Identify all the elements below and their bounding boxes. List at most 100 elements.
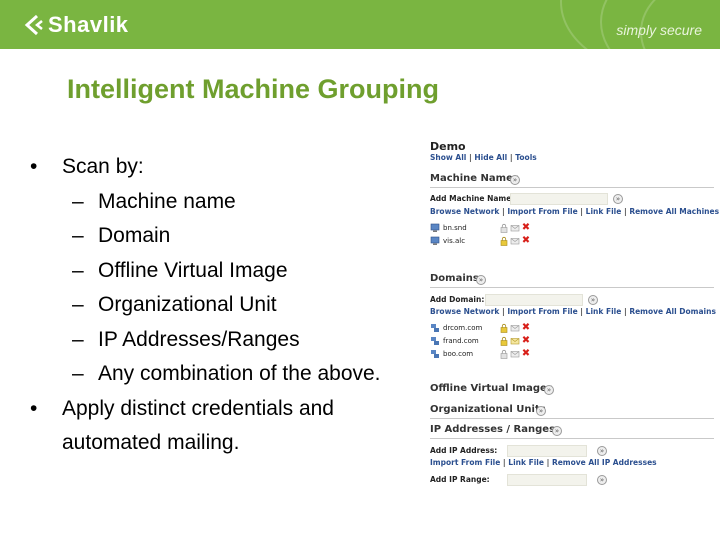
domain-row: frand.com ✖ bbox=[430, 335, 531, 346]
lock-icon[interactable] bbox=[499, 336, 509, 346]
sub-bullet: – Any combination of the above. bbox=[30, 357, 430, 392]
top-links: Show All | Hide All | Tools bbox=[430, 153, 537, 162]
machine-row: vis.alc ✖ bbox=[430, 235, 531, 246]
separator: | bbox=[502, 207, 505, 216]
add-circle-icon[interactable]: » bbox=[613, 194, 623, 204]
lock-icon[interactable] bbox=[499, 349, 509, 359]
separator: | bbox=[580, 207, 584, 216]
separator: | bbox=[580, 307, 584, 316]
domain-row: boo.com ✖ bbox=[430, 348, 531, 359]
bullet-list: • Scan by: – Machine name – Domain – Offline… bbox=[30, 150, 430, 461]
sub-bullet-text: Machine name bbox=[98, 189, 236, 213]
add-ip-address-input[interactable] bbox=[507, 445, 587, 457]
separator: | bbox=[502, 458, 506, 467]
dash: – bbox=[72, 258, 84, 282]
tools-link[interactable]: Tools bbox=[515, 153, 536, 162]
expand-circle-icon[interactable]: » bbox=[536, 406, 546, 416]
sub-bullet: – Domain bbox=[30, 219, 430, 254]
bullet-dot: • bbox=[30, 155, 38, 178]
link-file-link[interactable]: Link File bbox=[586, 307, 622, 316]
expand-circle-icon[interactable]: » bbox=[476, 275, 486, 285]
dash: – bbox=[72, 293, 84, 316]
add-ip-address-label: Add IP Address: bbox=[430, 446, 498, 455]
domain-icon bbox=[431, 336, 439, 345]
bullet-text: Scan by: bbox=[62, 155, 144, 178]
machine-group-panel: Demo Show All | Hide All | Tools Machine… bbox=[428, 138, 720, 498]
sub-bullet: – Offline Virtual Image bbox=[30, 254, 430, 289]
domain-icon bbox=[431, 349, 439, 358]
sub-bullet-text: Domain bbox=[98, 224, 171, 247]
separator: | bbox=[623, 307, 627, 316]
organizational-units-heading: Organizational Units bbox=[430, 404, 546, 415]
computer-icon bbox=[430, 236, 440, 245]
remove-all-machines-link[interactable]: Remove All Machines bbox=[629, 207, 719, 216]
add-circle-icon[interactable]: » bbox=[588, 295, 598, 305]
machine-links: Browse Network | Import From File | Link… bbox=[430, 207, 719, 216]
add-domain-label: Add Domain: bbox=[430, 295, 485, 304]
import-from-file-link[interactable]: Import From File bbox=[507, 207, 577, 216]
shavlik-logo: Shavlik bbox=[22, 11, 129, 39]
sub-bullet-text: IP Addresses/Ranges bbox=[98, 327, 300, 351]
domains-heading: Domains bbox=[430, 273, 479, 284]
lock-icon[interactable] bbox=[499, 323, 509, 333]
add-circle-icon[interactable]: » bbox=[597, 446, 607, 456]
remove-all-domains-link[interactable]: Remove All Domains bbox=[629, 307, 716, 316]
hide-all-link[interactable]: Hide All bbox=[474, 153, 507, 162]
red-x-icon[interactable]: ✖ bbox=[521, 322, 531, 333]
divider bbox=[430, 187, 714, 188]
add-ip-range-label: Add IP Range: bbox=[430, 475, 490, 484]
add-ip-range-input[interactable] bbox=[507, 474, 587, 486]
envelope-icon[interactable] bbox=[510, 336, 520, 346]
add-domain-input[interactable] bbox=[485, 294, 583, 306]
separator: | bbox=[509, 153, 513, 162]
expand-circle-icon[interactable]: » bbox=[510, 175, 520, 185]
logo-chevron-icon bbox=[24, 14, 43, 36]
red-x-icon[interactable]: ✖ bbox=[521, 348, 531, 359]
envelope-icon[interactable] bbox=[510, 323, 520, 333]
tagline: simply secure bbox=[616, 22, 702, 38]
divider bbox=[430, 438, 714, 439]
add-machine-input[interactable] bbox=[510, 193, 608, 205]
offline-virtual-images-heading: Offline Virtual Images bbox=[430, 383, 553, 394]
bullet-text: automated mailing. bbox=[62, 431, 240, 454]
header-bar: Shavlik simply secure bbox=[0, 0, 720, 49]
separator: | bbox=[469, 153, 472, 162]
lock-icon[interactable] bbox=[499, 236, 509, 246]
import-from-file-link[interactable]: Import From File bbox=[430, 458, 500, 467]
sub-bullet-text: Organizational Unit bbox=[98, 293, 277, 316]
bullet-scan-by: • Scan by: bbox=[30, 150, 430, 185]
ip-addresses-heading: IP Addresses / Ranges bbox=[430, 424, 556, 435]
dash: – bbox=[72, 327, 84, 351]
red-x-icon[interactable]: ✖ bbox=[521, 235, 531, 246]
lock-icon[interactable] bbox=[499, 223, 509, 233]
show-all-link[interactable]: Show All bbox=[430, 153, 466, 162]
red-x-icon[interactable]: ✖ bbox=[521, 222, 531, 233]
remove-all-ip-addresses-link[interactable]: Remove All IP Addresses bbox=[552, 458, 657, 467]
domain-links: Browse Network | Import From File | Link… bbox=[430, 307, 716, 316]
slide-title: Intelligent Machine Grouping bbox=[67, 74, 440, 104]
sub-bullet: – IP Addresses/Ranges bbox=[30, 323, 430, 358]
red-x-icon[interactable]: ✖ bbox=[521, 335, 531, 346]
divider bbox=[430, 287, 714, 288]
add-machine-label: Add Machine Name: bbox=[430, 194, 515, 203]
dash: – bbox=[72, 189, 84, 213]
browse-network-link[interactable]: Browse Network bbox=[430, 207, 499, 216]
dash: – bbox=[72, 224, 84, 247]
ip-links: Import From File | Link File | Remove Al… bbox=[430, 458, 657, 467]
link-file-link[interactable]: Link File bbox=[508, 458, 544, 467]
envelope-icon[interactable] bbox=[510, 223, 520, 233]
sub-bullet-text: Any combination of the above. bbox=[98, 362, 381, 385]
import-from-file-link[interactable]: Import From File bbox=[507, 307, 577, 316]
domain-row: drcom.com ✖ bbox=[430, 322, 531, 333]
envelope-icon[interactable] bbox=[510, 349, 520, 359]
sub-bullet: – Organizational Unit bbox=[30, 288, 430, 323]
browse-network-link[interactable]: Browse Network bbox=[430, 307, 499, 316]
domain-icon bbox=[431, 323, 439, 332]
envelope-icon[interactable] bbox=[510, 236, 520, 246]
expand-circle-icon[interactable]: » bbox=[552, 426, 562, 436]
add-circle-icon[interactable]: » bbox=[597, 475, 607, 485]
bullet-apply-credentials: • Apply distinct credentials and automated… bbox=[30, 392, 430, 461]
logo-text: Shavlik bbox=[48, 12, 129, 37]
expand-circle-icon[interactable]: » bbox=[544, 385, 554, 395]
link-file-link[interactable]: Link File bbox=[586, 207, 622, 216]
